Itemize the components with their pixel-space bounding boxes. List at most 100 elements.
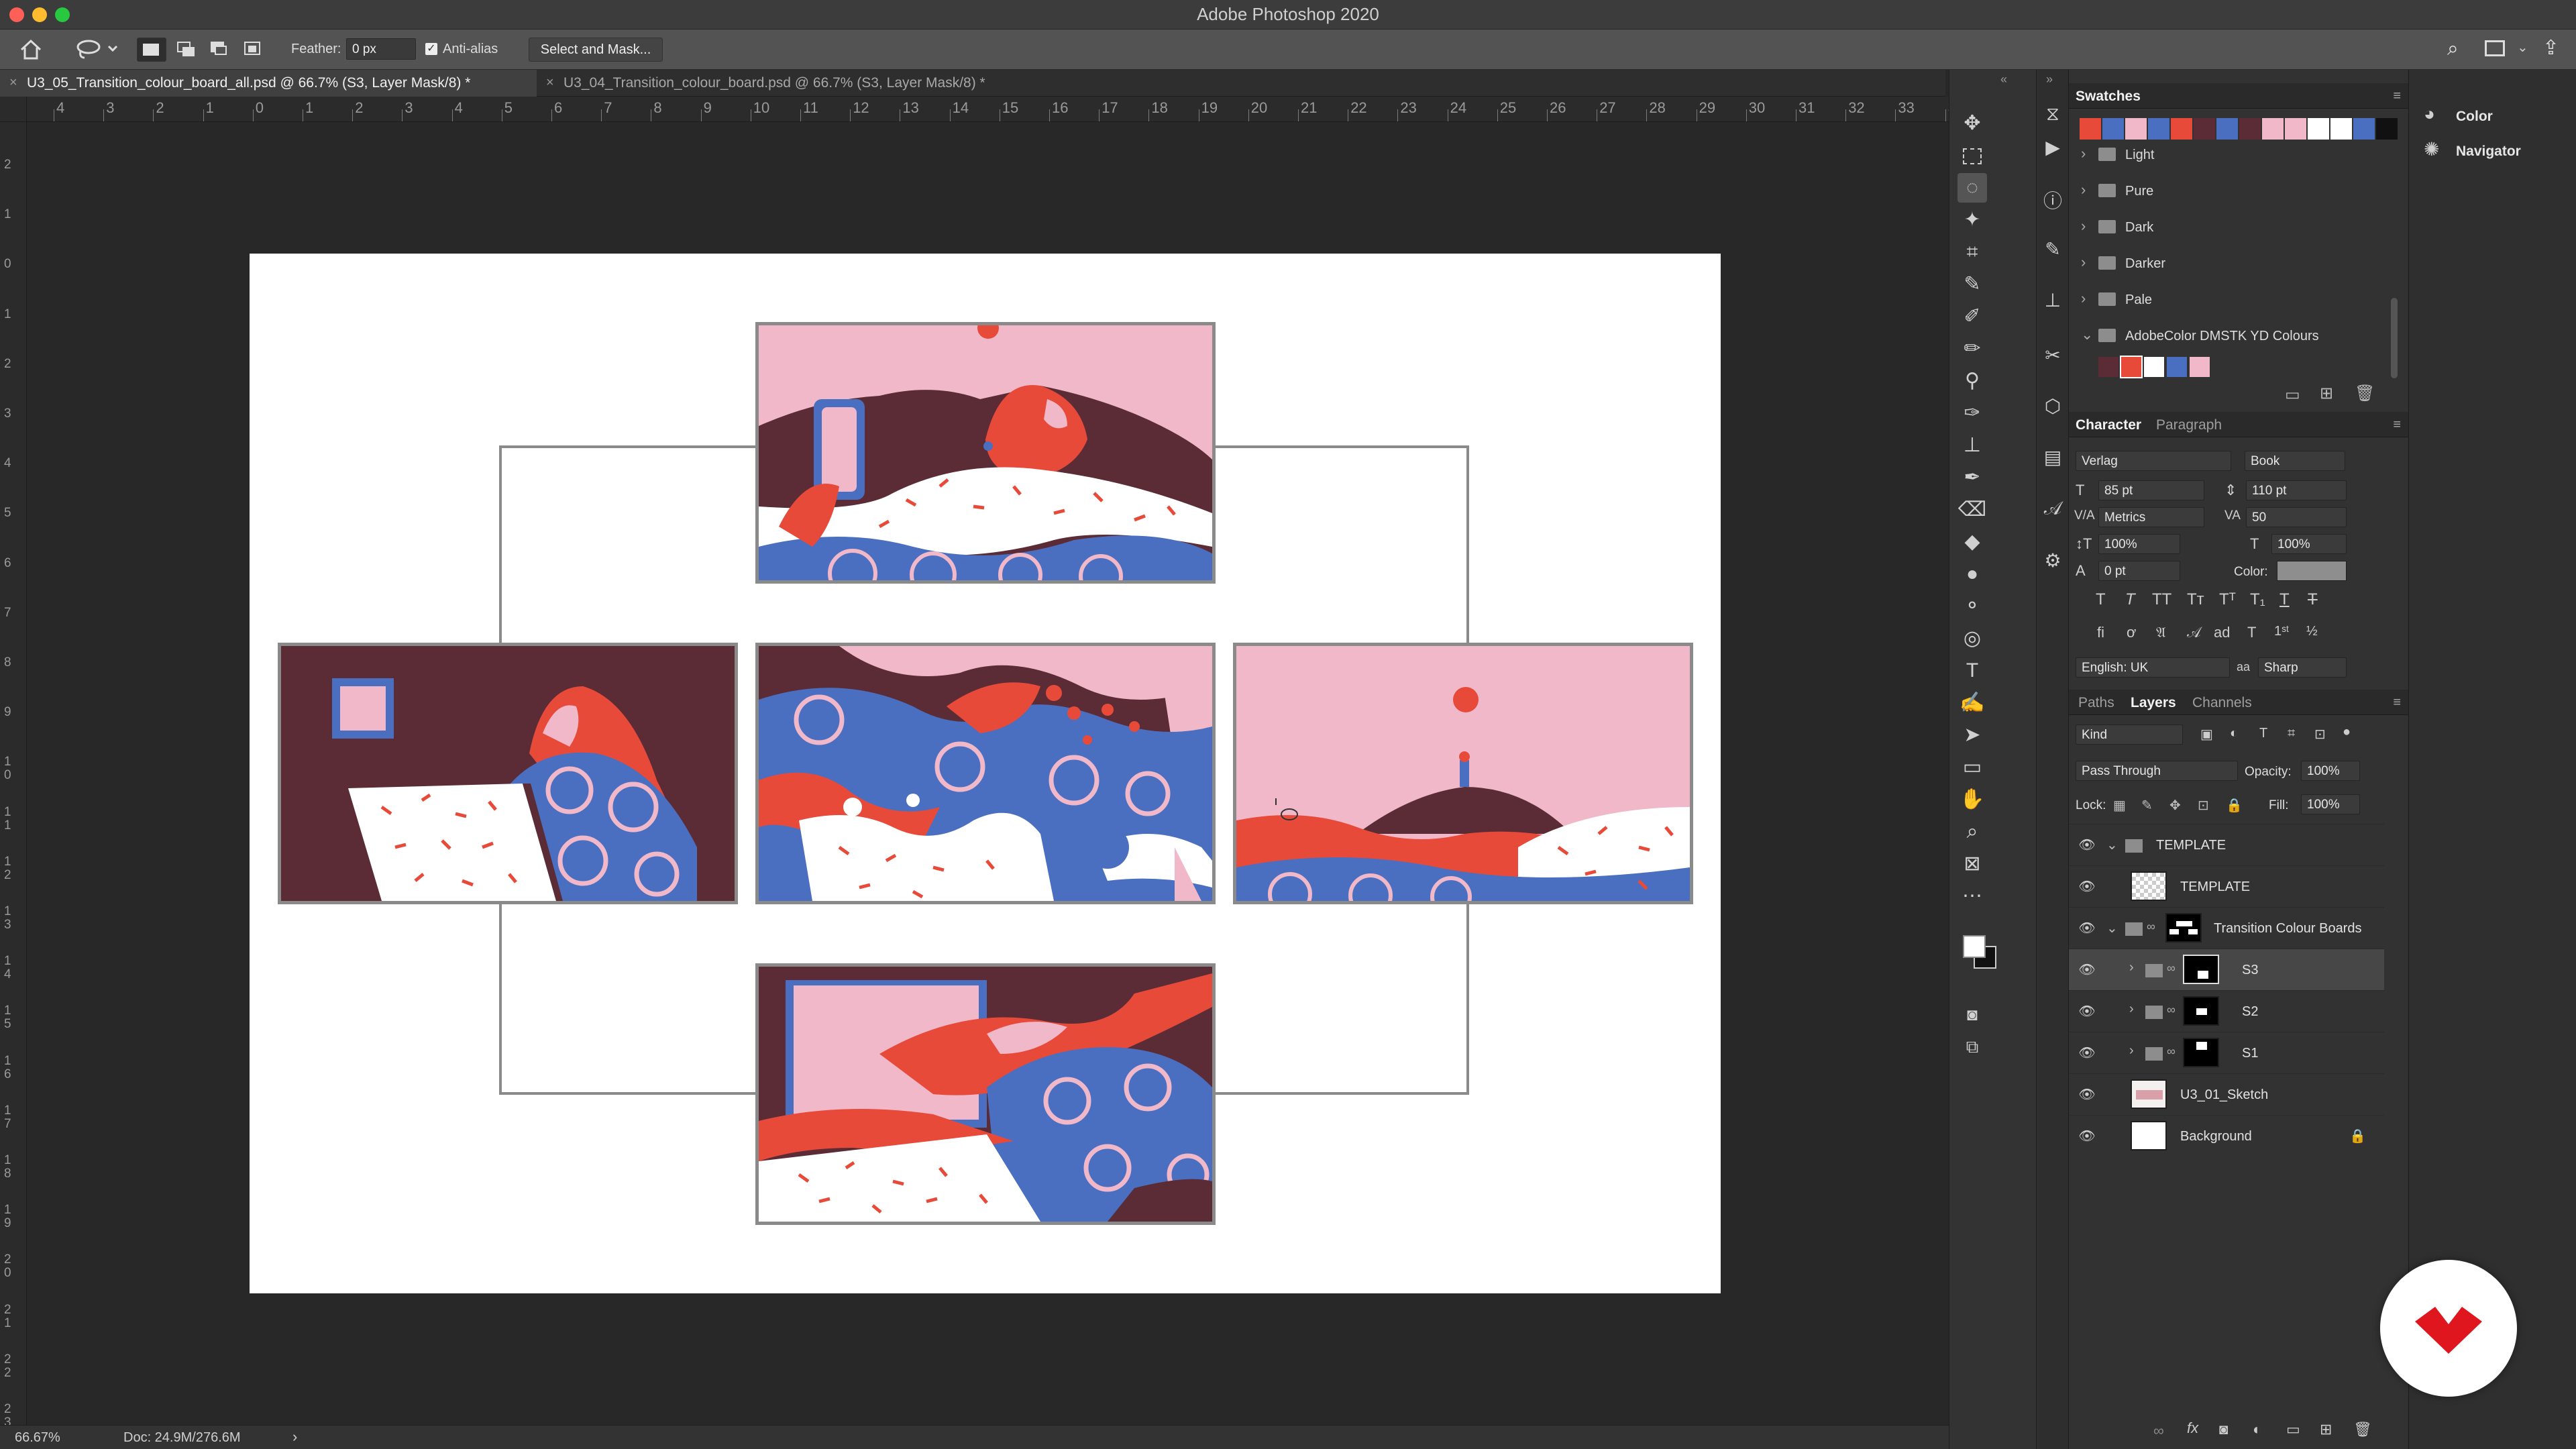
art-history-brush-icon[interactable]: ✒ xyxy=(1957,463,1987,492)
panel-menu-icon[interactable]: ≡ xyxy=(2393,89,2401,104)
new-layer-icon[interactable]: ⊞ xyxy=(2320,1421,2332,1438)
oldstyle-icon[interactable]: ơ xyxy=(2127,624,2136,641)
filter-smart-object-icon[interactable]: ⊡ xyxy=(2314,726,2326,743)
visibility-eye-icon[interactable]: 👁 xyxy=(2078,878,2096,896)
swatches-scrollbar[interactable] xyxy=(2391,298,2398,378)
small-caps-icon[interactable]: Tт xyxy=(2187,590,2204,609)
chevron-down-icon[interactable]: ⌄ xyxy=(2106,920,2118,936)
delete-swatch-icon[interactable]: 🗑 xyxy=(2355,384,2375,403)
chevron-down-icon[interactable]: ⌄ xyxy=(2106,837,2118,853)
chevron-right-icon[interactable]: › xyxy=(2129,960,2134,975)
filter-toggle-icon[interactable]: ● xyxy=(2343,724,2351,740)
history-panel-icon[interactable]: ⧖ xyxy=(2041,102,2065,126)
faux-italic-icon[interactable]: T xyxy=(2125,590,2135,609)
board-right[interactable] xyxy=(1233,643,1693,904)
font-size-input[interactable]: 85 pt xyxy=(2098,480,2204,500)
link-icon[interactable]: ∞ xyxy=(2167,1003,2176,1017)
lock-transparent-icon[interactable]: ▦ xyxy=(2113,797,2126,814)
tab-character[interactable]: Character xyxy=(2076,417,2141,433)
layer-s3[interactable]: 👁 › ∞ S3 xyxy=(2069,949,2384,990)
strikethrough-icon[interactable]: T xyxy=(2308,590,2318,609)
swatch-folder-dark[interactable]: › Dark xyxy=(2069,209,2384,246)
font-style-select[interactable]: Book xyxy=(2245,451,2345,471)
swatch-folder-pure[interactable]: › Pure xyxy=(2069,173,2384,209)
swatch-folder-adobecolor[interactable]: ⌄ AdobeColor DMSTK YD Colours xyxy=(2069,318,2384,354)
visibility-eye-icon[interactable]: 👁 xyxy=(2078,1003,2096,1020)
foreground-color-swatch[interactable] xyxy=(1963,935,1986,958)
select-and-mask-button[interactable]: Select and Mask... xyxy=(529,38,663,62)
feather-input[interactable]: 0 px xyxy=(346,38,416,60)
tab-paths[interactable]: Paths xyxy=(2078,695,2114,711)
add-selection-icon[interactable] xyxy=(172,38,201,62)
link-icon[interactable]: ∞ xyxy=(2167,1044,2176,1059)
hand-tool-icon[interactable]: ✋ xyxy=(1957,785,1987,814)
group-swatch[interactable] xyxy=(2167,357,2187,377)
crop-tool-icon[interactable]: ⌗ xyxy=(1957,237,1987,267)
glyphs-panel-icon[interactable]: 𝒜 xyxy=(2041,496,2065,521)
fractions-icon[interactable]: ½ xyxy=(2306,624,2318,639)
info-panel-icon[interactable]: ⓘ xyxy=(2041,189,2065,213)
visibility-eye-icon[interactable]: 👁 xyxy=(2078,920,2096,937)
board-left[interactable] xyxy=(278,643,738,904)
artboard[interactable] xyxy=(250,254,1721,1293)
adjustment-layer-icon[interactable]: ◐ xyxy=(2253,1421,2261,1438)
properties-panel-icon[interactable]: ▤ xyxy=(2041,445,2065,470)
group-swatch[interactable] xyxy=(2144,357,2164,377)
visibility-eye-icon[interactable]: 👁 xyxy=(2078,1128,2096,1145)
board-bottom[interactable] xyxy=(755,963,1216,1225)
swatch-folder-pale[interactable]: › Pale xyxy=(2069,282,2384,318)
text-color-swatch[interactable] xyxy=(2277,561,2347,581)
filter-adjustment-icon[interactable]: ◐ xyxy=(2230,726,2238,741)
filter-pixel-icon[interactable]: ▣ xyxy=(2200,726,2213,743)
panel-menu-icon[interactable]: ≡ xyxy=(2393,695,2401,710)
vertical-scale-input[interactable]: 100% xyxy=(2098,534,2180,554)
marquee-tool-icon[interactable] xyxy=(1957,141,1987,170)
3d-panel-icon[interactable]: ⬡ xyxy=(2041,394,2065,419)
baseline-shift-input[interactable]: 0 pt xyxy=(2098,561,2180,581)
antialias-checkbox[interactable]: ✓ xyxy=(425,43,437,55)
lock-pixels-icon[interactable]: ✎ xyxy=(2141,797,2153,814)
search-icon[interactable]: ⌕ xyxy=(2447,38,2459,60)
layer-background[interactable]: 👁 Background 🔒 xyxy=(2069,1115,2384,1157)
history-brush-tool-icon[interactable]: ✑ xyxy=(1957,398,1987,428)
adjustments-panel-icon[interactable]: ⚙ xyxy=(2041,549,2065,573)
clone-source-icon[interactable]: ⊥ xyxy=(2041,288,2065,313)
chevron-down-icon[interactable]: ⌄ xyxy=(2517,39,2528,56)
layer-mask-thumbnail[interactable] xyxy=(2183,955,2219,984)
pen-tool-icon[interactable]: ✍ xyxy=(1957,688,1987,718)
board-top[interactable] xyxy=(755,322,1216,584)
clone-stamp-tool-icon[interactable]: ⚲ xyxy=(1957,366,1987,396)
tab-channels[interactable]: Channels xyxy=(2192,695,2252,711)
leading-input[interactable]: 110 pt xyxy=(2246,480,2347,500)
layer-sketch[interactable]: 👁 U3_01_Sketch xyxy=(2069,1073,2384,1115)
horizontal-scale-input[interactable]: 100% xyxy=(2271,534,2347,554)
frame-tool-icon[interactable]: ⊠ xyxy=(1957,849,1987,879)
brush-settings-icon[interactable]: ✎ xyxy=(2041,237,2065,262)
visibility-eye-icon[interactable]: 👁 xyxy=(2078,961,2096,979)
new-group-icon[interactable]: ▭ xyxy=(2285,385,2300,405)
subscript-icon[interactable]: T₁ xyxy=(2250,590,2265,609)
color-panel-icon[interactable]: ◕ xyxy=(2424,103,2435,125)
tool-presets-icon[interactable]: ✂ xyxy=(2041,343,2065,368)
lock-artboard-icon[interactable]: ⊡ xyxy=(2198,797,2209,814)
swatch-folder-darker[interactable]: › Darker xyxy=(2069,246,2384,282)
visibility-eye-icon[interactable]: 👁 xyxy=(2078,1044,2096,1062)
stylistic-alt-icon[interactable]: 𝒜 xyxy=(2187,624,2201,641)
close-tab-icon[interactable]: × xyxy=(546,75,554,91)
font-family-select[interactable]: Verlag xyxy=(2076,451,2231,471)
ordinals-icon[interactable]: 1ˢᵗ xyxy=(2274,624,2289,639)
layer-s1[interactable]: 👁 › ∞ S1 xyxy=(2069,1032,2384,1073)
tab-layers[interactable]: Layers xyxy=(2131,695,2176,711)
eyedropper-tool-icon[interactable]: ✎ xyxy=(1957,270,1987,299)
expand-icon[interactable]: » xyxy=(2046,72,2053,87)
ligatures-icon[interactable]: ﬁ xyxy=(2097,624,2104,641)
more-tools-icon[interactable]: ⋯ xyxy=(1957,881,1987,911)
swash-icon[interactable]: 𝔄 xyxy=(2156,624,2166,641)
ruler-origin[interactable] xyxy=(0,97,27,122)
share-icon[interactable]: ⇪ xyxy=(2542,36,2559,60)
lasso-tool-icon[interactable]: ◌ xyxy=(1957,173,1987,203)
stamp-tool-icon[interactable]: ⊥ xyxy=(1957,431,1987,460)
zoom-tool-icon[interactable]: ⌕ xyxy=(1957,817,1987,847)
layer-mask-thumbnail[interactable] xyxy=(2165,913,2202,943)
tab-document-2[interactable]: × U3_04_Transition_colour_board.psd @ 66… xyxy=(537,70,1060,97)
